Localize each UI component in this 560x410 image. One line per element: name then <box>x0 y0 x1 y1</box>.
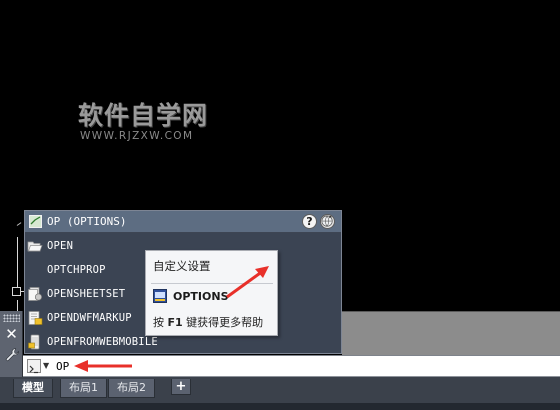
popup-header-label: OP (OPTIONS) <box>47 215 127 228</box>
help-button[interactable]: ? <box>302 214 317 229</box>
list-item-label: OPENFROMWEBMOBILE <box>47 336 158 348</box>
watermark-url: WWW.RJZXW.COM <box>80 130 194 142</box>
terminal-icon <box>29 365 38 374</box>
drag-grip-icon[interactable] <box>3 314 20 322</box>
status-bar <box>0 403 560 410</box>
red-arrow-command-icon <box>74 360 132 372</box>
close-command-line-button[interactable]: ✕ <box>0 324 23 344</box>
tooltip-command: OPTIONS <box>173 290 229 303</box>
tooltip-help-key: F1 <box>167 316 183 329</box>
tab-model[interactable]: 模型 <box>13 379 53 398</box>
options-command-icon <box>29 215 42 228</box>
folder-open-icon <box>27 241 43 252</box>
add-layout-button[interactable]: + <box>171 379 191 395</box>
watermark-title: 软件自学网 <box>78 101 209 130</box>
popup-header[interactable]: OP (OPTIONS) ? <box>25 211 341 233</box>
options-dialog-icon <box>153 289 167 303</box>
tooltip-title: 自定义设置 <box>153 259 211 273</box>
web-mobile-icon <box>28 334 40 350</box>
tooltip-help-text: 按 F1 键获得更多帮助 <box>153 316 263 330</box>
ucs-y-axis <box>17 237 18 287</box>
tooltip-help-prefix: 按 <box>153 316 164 329</box>
list-item-label: OPENSHEETSET <box>47 288 126 300</box>
dwf-markup-icon <box>28 311 43 325</box>
tab-layout1[interactable]: 布局1 <box>60 379 107 398</box>
list-item-label: OPTCHPROP <box>47 264 106 276</box>
red-arrow-tooltip-icon <box>226 266 269 299</box>
wrench-icon[interactable] <box>4 347 20 363</box>
viewport-border-band <box>342 311 560 355</box>
sheetset-icon <box>28 287 43 301</box>
command-line-toolbar: ✕ <box>0 311 23 377</box>
list-item-label: OPENDWFMARKUP <box>47 312 132 324</box>
globe-icon[interactable] <box>320 214 335 229</box>
tab-layout2[interactable]: 布局2 <box>108 379 155 398</box>
ucs-origin-box <box>12 287 21 296</box>
watermark: 软件自学网 WWW.RJZXW.COM <box>78 101 228 143</box>
list-item-label: OPEN <box>47 240 74 252</box>
tooltip-help-suffix: 键获得更多帮助 <box>186 316 264 329</box>
command-prompt-icon[interactable] <box>27 359 41 374</box>
chevron-down-icon[interactable]: ▼ <box>43 360 49 372</box>
